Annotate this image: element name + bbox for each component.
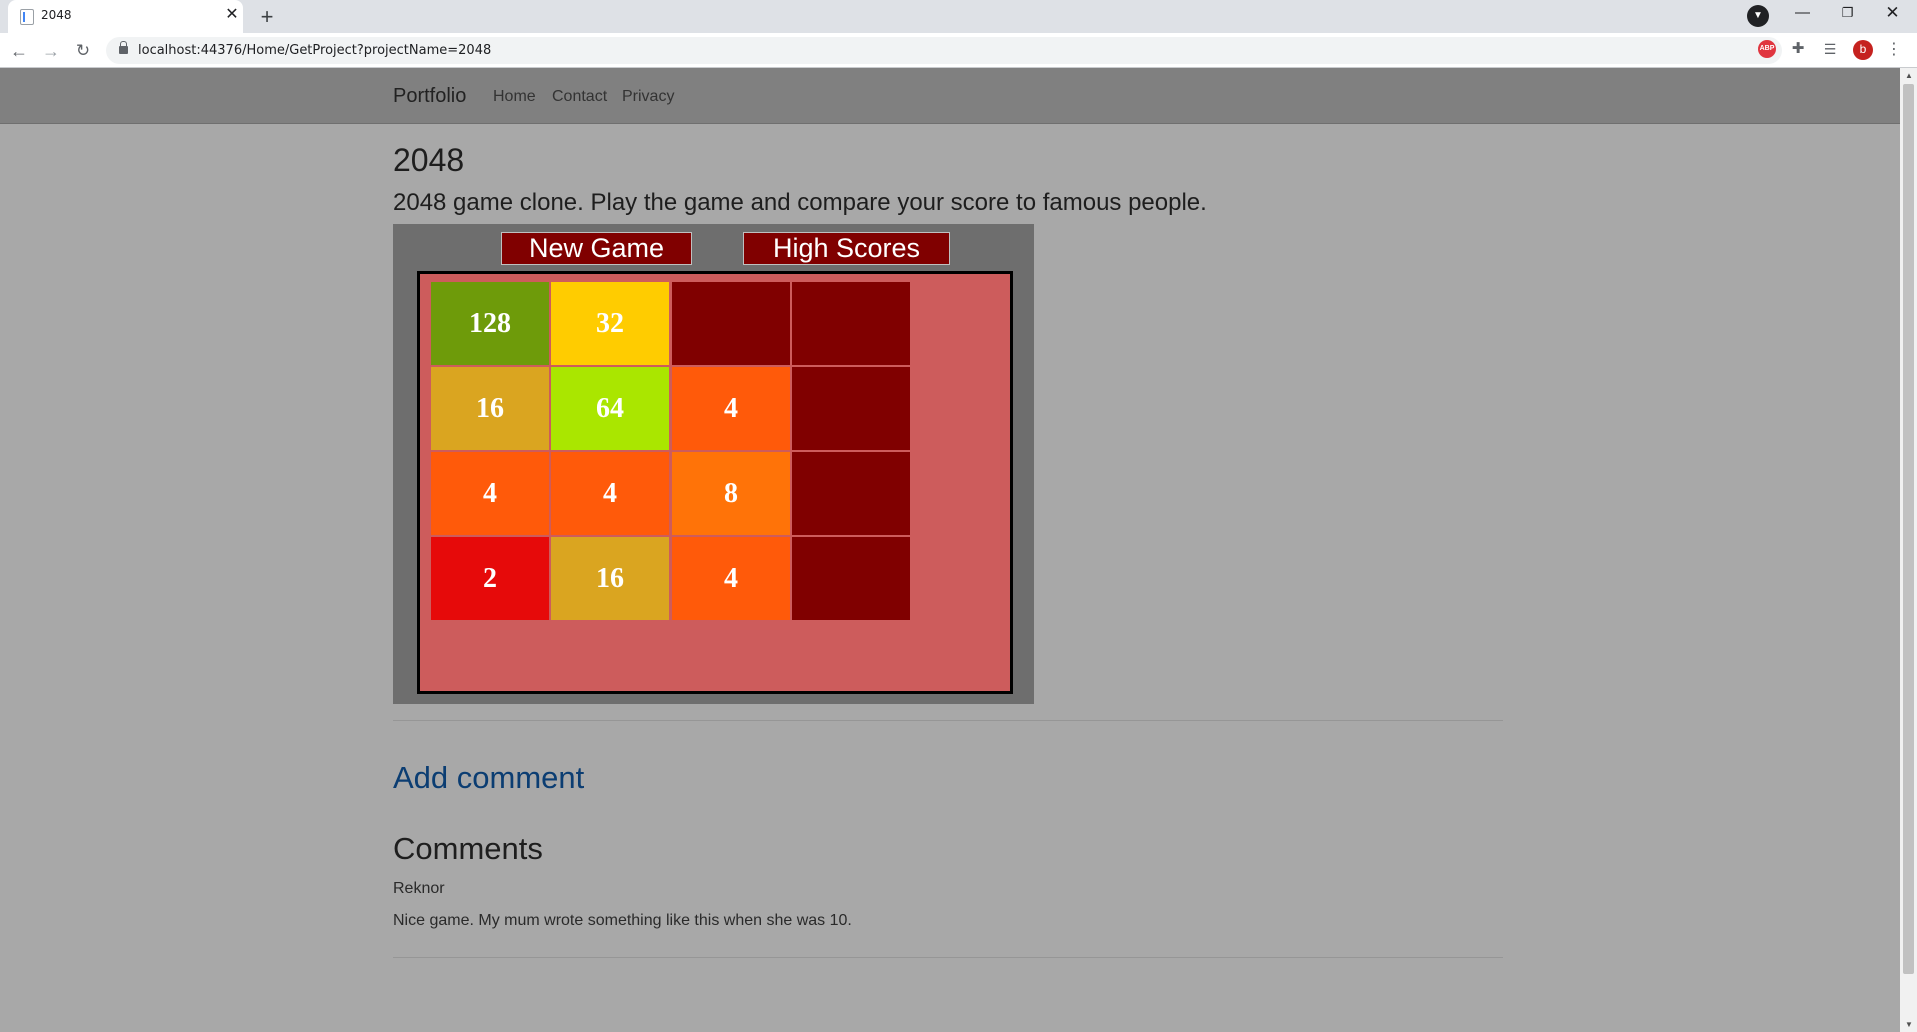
browser-toolbar: ← → ↻ localhost:44376/Home/GetProject?pr… xyxy=(0,33,1917,68)
url-text[interactable]: localhost:44376/Home/GetProject?projectN… xyxy=(138,43,491,58)
maximize-button[interactable]: ❐ xyxy=(1825,0,1870,28)
game-tile: 4 xyxy=(672,367,790,450)
minimize-button[interactable]: — xyxy=(1780,0,1825,28)
page-icon xyxy=(20,9,34,25)
tab-title: 2048 xyxy=(41,8,72,22)
tab-strip: 2048 ✕ + ▼ — ❐ ✕ xyxy=(0,0,1917,33)
window-close-button[interactable]: ✕ xyxy=(1870,0,1915,28)
scroll-up-arrow-icon[interactable]: ▲ xyxy=(1905,71,1913,80)
high-scores-button[interactable]: High Scores xyxy=(743,232,950,265)
address-bar[interactable]: localhost:44376/Home/GetProject?projectN… xyxy=(106,37,1782,64)
empty-tile xyxy=(792,452,910,535)
empty-tile xyxy=(792,367,910,450)
lock-icon[interactable] xyxy=(119,41,128,54)
add-comment-link[interactable]: Add comment xyxy=(393,760,584,796)
new-game-button[interactable]: New Game xyxy=(501,232,692,265)
game-tile: 8 xyxy=(672,452,790,535)
game-board[interactable]: 128 32 16 64 4 4 4 8 2 16 4 xyxy=(417,271,1013,694)
close-icon[interactable]: ✕ xyxy=(222,5,242,25)
site-navbar: Portfolio Home Contact Privacy xyxy=(0,68,1900,124)
browser-tab[interactable]: 2048 ✕ xyxy=(8,0,243,33)
comments-heading: Comments xyxy=(393,831,543,866)
game-tile: 4 xyxy=(551,452,669,535)
nav-link-privacy[interactable]: Privacy xyxy=(622,88,674,106)
divider xyxy=(393,720,1503,721)
extensions-puzzle-icon[interactable]: ✚ xyxy=(1789,40,1807,58)
brand-link[interactable]: Portfolio xyxy=(393,85,466,108)
empty-tile xyxy=(792,282,910,365)
nav-link-home[interactable]: Home xyxy=(493,88,536,106)
game-tile: 4 xyxy=(672,537,790,620)
forward-icon[interactable]: → xyxy=(38,38,64,64)
adblock-extension-icon[interactable]: ABP xyxy=(1758,40,1776,58)
back-icon[interactable]: ← xyxy=(6,38,32,64)
media-queue-icon[interactable]: ☰ xyxy=(1821,40,1839,58)
media-control-icon[interactable]: ▼ xyxy=(1747,5,1769,27)
profile-avatar[interactable]: b xyxy=(1853,40,1873,60)
more-menu-icon[interactable]: ⋮ xyxy=(1885,39,1903,61)
page-title: 2048 xyxy=(393,142,465,178)
game-tile: 64 xyxy=(551,367,669,450)
project-description: 2048 game clone. Play the game and compa… xyxy=(393,189,1207,216)
vertical-scrollbar[interactable]: ▲ ▼ xyxy=(1900,68,1917,1032)
divider xyxy=(393,957,1503,958)
empty-tile xyxy=(672,282,790,365)
scroll-down-arrow-icon[interactable]: ▼ xyxy=(1905,1020,1913,1029)
page-viewport: Portfolio Home Contact Privacy 2048 2048… xyxy=(0,68,1900,1032)
empty-tile xyxy=(792,537,910,620)
comment-author: Reknor xyxy=(393,880,445,897)
game-tile: 2 xyxy=(431,537,549,620)
game-tile: 4 xyxy=(431,452,549,535)
scrollbar-thumb[interactable] xyxy=(1903,84,1914,974)
new-tab-button[interactable]: + xyxy=(254,4,280,30)
game-tile: 128 xyxy=(431,282,549,365)
reload-icon[interactable]: ↻ xyxy=(70,38,96,64)
nav-link-contact[interactable]: Contact xyxy=(552,88,607,106)
comment-text: Nice game. My mum wrote something like t… xyxy=(393,912,852,929)
game-tile: 16 xyxy=(551,537,669,620)
game-container: New Game High Scores 128 32 16 64 4 4 4 8 2 16 4 xyxy=(393,224,1034,704)
game-tile: 32 xyxy=(551,282,669,365)
game-tile: 16 xyxy=(431,367,549,450)
